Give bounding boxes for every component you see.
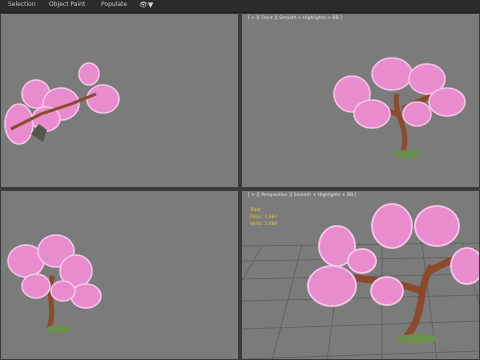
menu-selection[interactable]: Selection — [8, 1, 36, 8]
viewport-front[interactable]: [ + ][ Front ][ Smooth + Highlights + BB… — [241, 13, 480, 188]
tree-top-view-icon — [4, 62, 120, 145]
viewport-perspective[interactable]: [ + ][ Perspective ][ Smooth + Highlight… — [241, 190, 480, 360]
menu-object-paint[interactable]: Object Paint — [49, 1, 85, 8]
menubar: Selection Object Paint Populate 👁▼ — [0, 0, 480, 13]
tree-side-view-icon — [7, 234, 102, 333]
dropdown-arrow-icon: ▼ — [147, 1, 154, 9]
menu-populate[interactable]: Populate — [101, 1, 127, 8]
viewport-top-left[interactable] — [0, 13, 239, 188]
tree-front-view-icon — [333, 57, 466, 158]
viewport-bottom-left[interactable] — [0, 190, 239, 360]
perspective-grid-and-tree — [242, 203, 479, 359]
viewport-visibility-icon[interactable]: 👁▼ — [139, 1, 153, 9]
